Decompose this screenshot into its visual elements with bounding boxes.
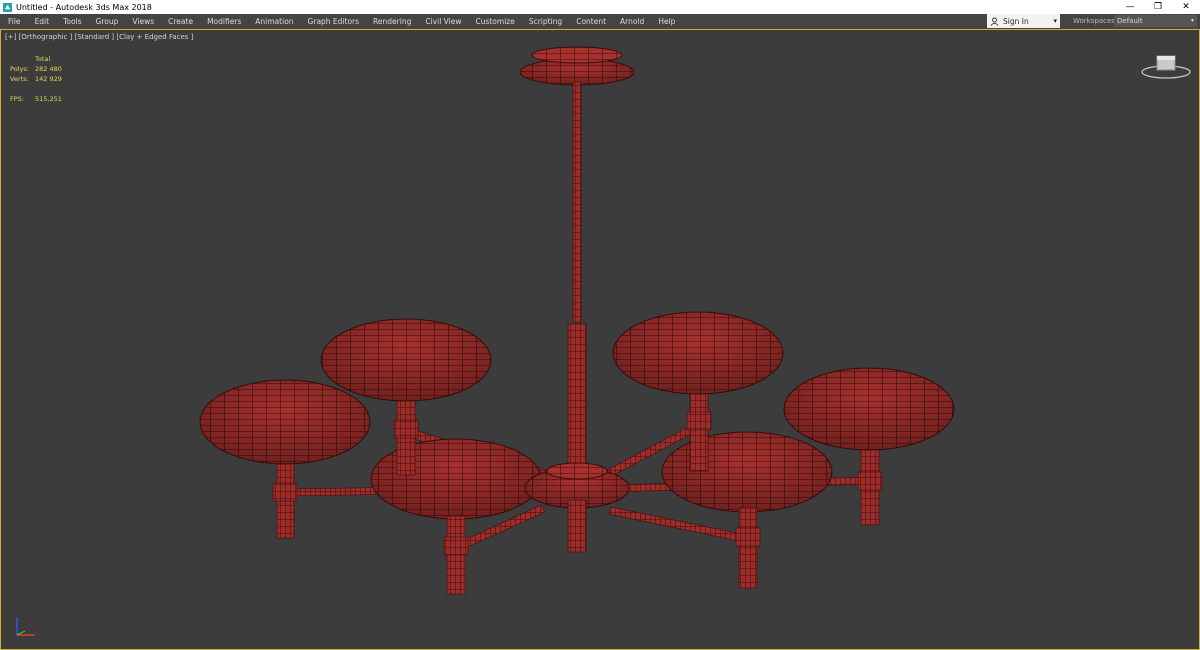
menu-create[interactable]: Create — [160, 14, 199, 29]
user-icon — [990, 17, 999, 26]
workspaces-value: Default — [1117, 17, 1143, 25]
viewcube-icon[interactable] — [1140, 52, 1192, 82]
hanging-rod — [572, 81, 582, 323]
menu-tools[interactable]: Tools — [55, 14, 87, 29]
menu-civil-view[interactable]: Civil View — [417, 14, 467, 29]
chevron-down-icon: ▾ — [1190, 17, 1194, 24]
shade-mid-right — [612, 311, 784, 395]
rod-sleeve — [567, 323, 587, 473]
menu-animation[interactable]: Animation — [247, 14, 299, 29]
menu-views[interactable]: Views — [124, 14, 160, 29]
sign-in-label: Sign In — [1003, 16, 1029, 26]
menu-file[interactable]: File — [0, 14, 27, 29]
menu-customize[interactable]: Customize — [467, 14, 520, 29]
shade-front-left — [199, 379, 371, 465]
title-bar: Untitled - Autodesk 3ds Max 2018 — ❐ ✕ — [0, 0, 1200, 14]
restore-button[interactable]: ❐ — [1144, 0, 1172, 14]
minimize-button[interactable]: — — [1116, 0, 1144, 14]
viewport-orthographic[interactable]: [+] [Orthographic ] [Standard ] [Clay + … — [0, 29, 1200, 650]
menu-edit[interactable]: Edit — [27, 14, 56, 29]
menu-group[interactable]: Group — [88, 14, 125, 29]
shade-front-right — [783, 367, 955, 451]
menu-help[interactable]: Help — [650, 14, 681, 29]
window-title: Untitled - Autodesk 3ds Max 2018 — [16, 2, 152, 12]
3dsmax-logo-icon — [3, 2, 12, 12]
axis-tripod-icon — [16, 617, 35, 636]
menu-modifiers[interactable]: Modifiers — [199, 14, 247, 29]
chevron-down-icon: ▾ — [1053, 17, 1057, 25]
shade-mid-left — [320, 318, 492, 402]
workspaces-label: Workspaces: — [1073, 17, 1118, 25]
menu-arnold[interactable]: Arnold — [612, 14, 650, 29]
workspaces-select[interactable]: Default ▾ — [1114, 15, 1197, 27]
menu-scripting[interactable]: Scripting — [521, 14, 568, 29]
shade-back-right — [661, 431, 833, 513]
chandelier-model[interactable] — [1, 30, 1199, 649]
sign-in-dropdown[interactable]: Sign In ▾ — [987, 14, 1060, 28]
menu-rendering[interactable]: Rendering — [365, 14, 417, 29]
ceiling-canopy — [519, 46, 635, 86]
menu-graph-editors[interactable]: Graph Editors — [300, 14, 366, 29]
window-controls: — ❐ ✕ — [1116, 0, 1200, 14]
menu-content[interactable]: Content — [568, 14, 612, 29]
shade-back-left — [370, 438, 542, 520]
close-button[interactable]: ✕ — [1172, 0, 1200, 14]
